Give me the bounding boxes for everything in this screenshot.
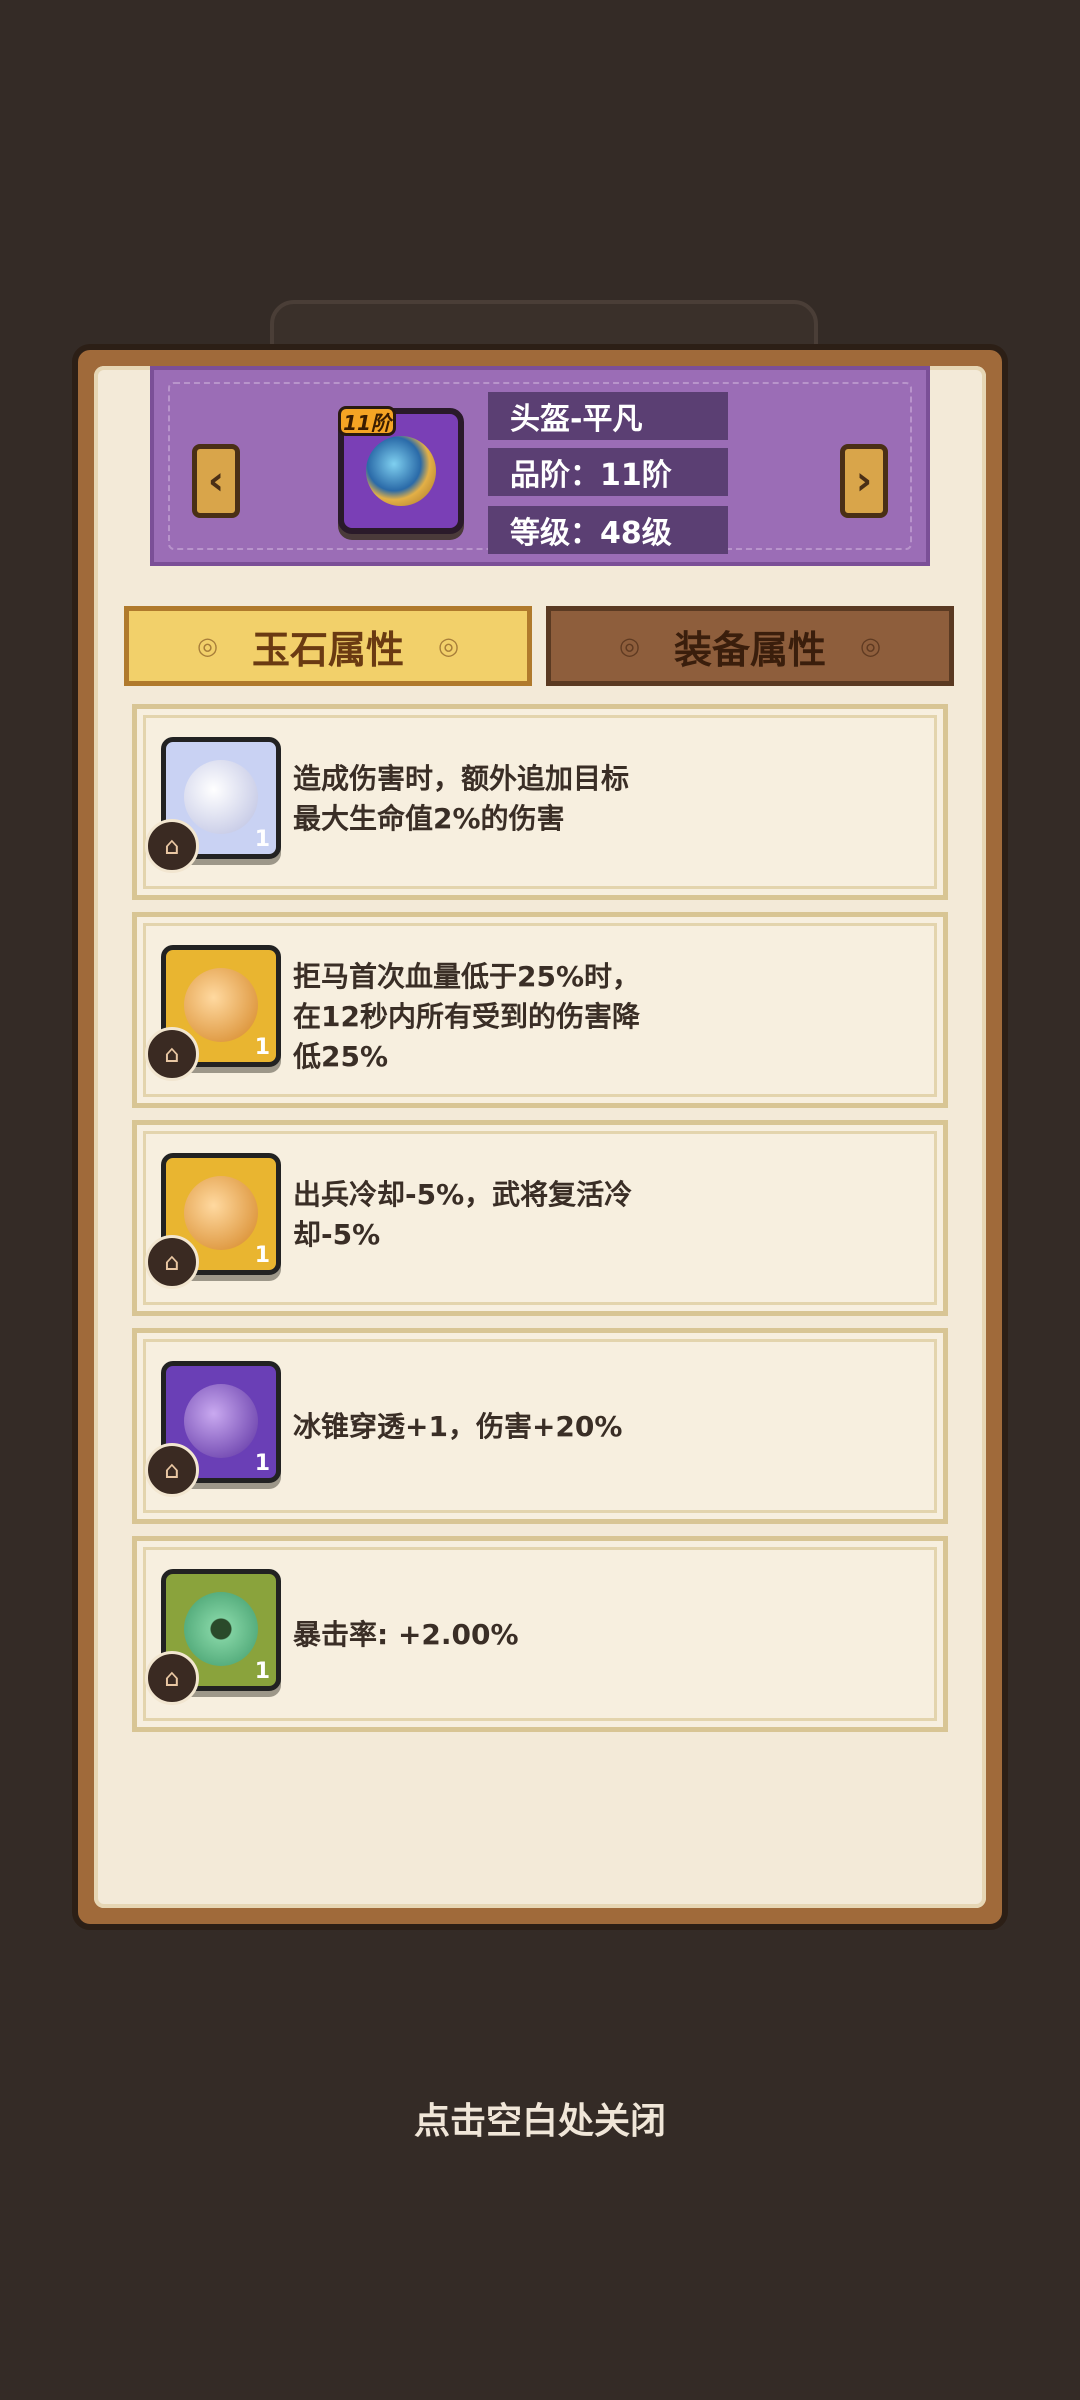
gem-card: 1 ⌂ 暴击率: +2.00% bbox=[132, 1536, 948, 1732]
item-name: 头盔-平凡 bbox=[488, 392, 728, 440]
slot-lock-icon: ⌂ bbox=[145, 1651, 199, 1705]
gem-card: 1 ⌂ 造成伤害时，额外追加目标 最大生命值2%的伤害 bbox=[132, 704, 948, 900]
cloud-ornament-icon: ◎ bbox=[860, 632, 881, 660]
cloud-ornament-icon: ◎ bbox=[619, 632, 640, 660]
chevron-left-icon: ‹ bbox=[207, 458, 225, 504]
slot-lock-icon: ⌂ bbox=[145, 1443, 199, 1497]
gem-card: 1 ⌂ 拒马首次血量低于25%时， 在12秒内所有受到的伤害降 低25% bbox=[132, 912, 948, 1108]
slot-lock-icon: ⌂ bbox=[145, 819, 199, 873]
grade-badge: 11阶 bbox=[338, 406, 396, 436]
gem-card: 1 ⌂ 出兵冷却-5%，武将复活冷 却-5% bbox=[132, 1120, 948, 1316]
close-hint[interactable]: 点击空白处关闭 bbox=[0, 2092, 1080, 2144]
cloud-ornament-icon: ◎ bbox=[438, 632, 459, 660]
slot-lock-icon: ⌂ bbox=[145, 1027, 199, 1081]
slot-lock-icon: ⌂ bbox=[145, 1235, 199, 1289]
gem-card: 1 ⌂ 冰锥穿透+1，伤害+20% bbox=[132, 1328, 948, 1524]
previous-item-button[interactable]: ‹ bbox=[192, 444, 240, 518]
next-item-button[interactable]: › bbox=[840, 444, 888, 518]
chevron-right-icon: › bbox=[855, 458, 873, 504]
item-grade: 品阶：11阶 bbox=[488, 448, 728, 496]
cloud-ornament-icon: ◎ bbox=[197, 632, 218, 660]
item-level: 等级：48级 bbox=[488, 506, 728, 554]
helmet-gem-icon bbox=[366, 436, 436, 506]
tab-equipment-attributes[interactable]: ◎ 装备属性 ◎ bbox=[546, 606, 954, 686]
tab-jade-attributes[interactable]: ◎ 玉石属性 ◎ bbox=[124, 606, 532, 686]
